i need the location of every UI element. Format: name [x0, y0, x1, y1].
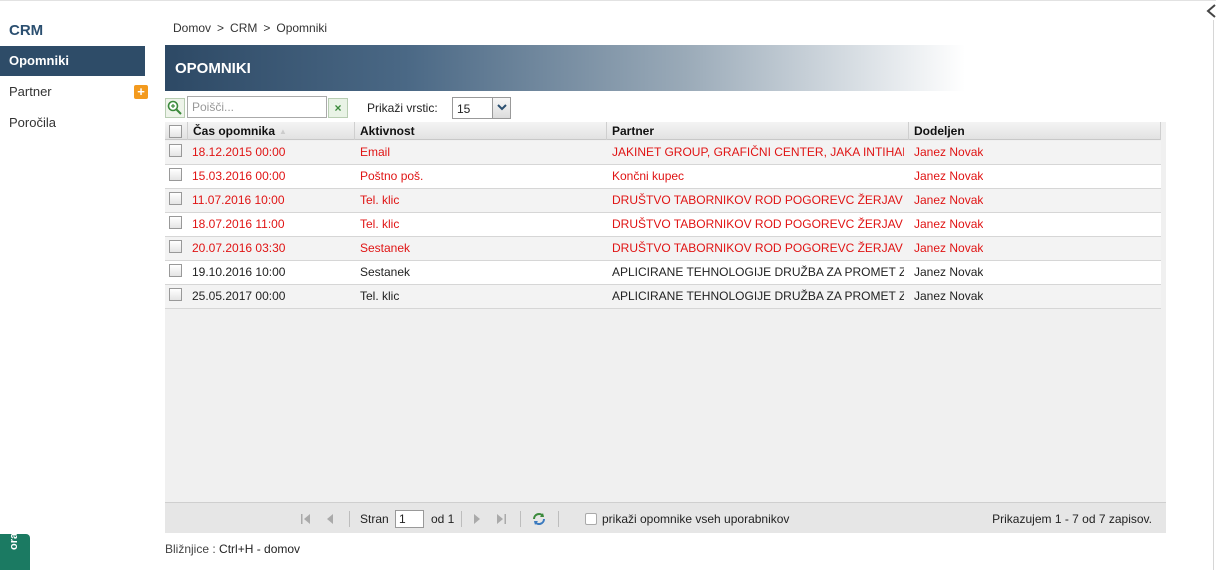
row-checkbox[interactable]: [169, 264, 182, 277]
page-header: OPOMNIKI: [165, 45, 965, 91]
table-row[interactable]: 15.03.2016 00:00 Poštno poš. Končni kupec J…: [165, 165, 1161, 189]
cell-partner: APLICIRANE TEHNOLOGIJE DRUŽBA ZA PROMET …: [612, 289, 904, 303]
cell-assigned: Janez Novak: [914, 193, 984, 207]
row-checkbox[interactable]: [169, 144, 182, 157]
cell-time: 20.07.2016 03:30: [192, 241, 286, 255]
column-header-assigned[interactable]: Dodeljen: [909, 122, 1161, 140]
breadcrumb-separator: >: [217, 21, 225, 35]
pager-divider: [349, 511, 350, 527]
cell-partner: APLICIRANE TEHNOLOGIJE DRUŽBA ZA PROMET …: [612, 265, 904, 279]
pager: Stran 1 od 1 prikaži opomnike vseh upora…: [165, 502, 1166, 533]
cell-time: 18.07.2016 11:00: [192, 217, 285, 231]
breadcrumb-crm[interactable]: CRM: [230, 21, 257, 35]
cell-partner: DRUŠTVO TABORNIKOV ROD POGOREVC ŽERJAV: [612, 217, 903, 231]
rows-per-page-select[interactable]: 15: [452, 97, 511, 119]
cell-partner: JAKINET GROUP, GRAFIČNI CENTER, JAKA INT…: [612, 145, 904, 159]
last-page-icon[interactable]: [493, 511, 509, 527]
row-checkbox[interactable]: [169, 240, 182, 253]
sidebar: CRM Opomniki Partner + Poročila ora: [0, 0, 160, 570]
show-all-users-checkbox[interactable]: [585, 513, 597, 525]
cell-time: 19.10.2016 10:00: [192, 265, 286, 279]
cell-activity: Sestanek: [360, 241, 411, 255]
cell-activity: Poštno poš.: [360, 169, 424, 183]
row-checkbox[interactable]: [169, 192, 182, 205]
column-header-time[interactable]: Čas opomnika ▲: [188, 122, 355, 140]
side-tab-label: ora: [8, 532, 20, 550]
refresh-icon[interactable]: [531, 511, 547, 527]
search-input[interactable]: [187, 96, 327, 118]
scrollbar[interactable]: [1213, 20, 1214, 570]
page-label: Stran: [360, 512, 389, 526]
cell-time: 15.03.2016 00:00: [192, 169, 286, 183]
grid-body: 18.12.2015 00:00 Email JAKINET GROUP, GRAF…: [165, 141, 1161, 309]
cell-activity: Email: [360, 145, 391, 159]
grid-header: Čas opomnika ▲ Aktivnost Partner Dodeljen: [165, 122, 1161, 140]
cell-activity: Sestanek: [360, 265, 411, 279]
cell-assigned: Janez Novak: [914, 145, 984, 159]
cell-assigned: Janez Novak: [914, 265, 984, 279]
cell-partner: DRUŠTVO TABORNIKOV ROD POGOREVC ŽERJAV: [612, 241, 903, 255]
table-row[interactable]: 19.10.2016 10:00 Sestanek APLICIRANE TEHNO…: [165, 261, 1161, 285]
select-all-cell: [165, 122, 188, 140]
plus-icon[interactable]: +: [134, 85, 148, 99]
shortcuts-hint: Bližnjice : Ctrl+H - domov: [165, 542, 300, 556]
breadcrumb: Domov > CRM > Opomniki: [173, 21, 331, 35]
select-all-checkbox[interactable]: [169, 125, 182, 138]
shortcuts-value: Ctrl+H - domov: [219, 542, 301, 556]
pager-divider: [558, 511, 559, 527]
page-title: OPOMNIKI: [175, 60, 251, 77]
shortcuts-label: Bližnjice :: [165, 542, 216, 556]
first-page-icon[interactable]: [298, 511, 314, 527]
sidebar-item-opomniki[interactable]: Opomniki: [0, 46, 145, 76]
show-all-users-label: prikaži opomnike vseh uporabnikov: [602, 512, 790, 526]
rows-per-page-label: Prikaži vrstic:: [367, 101, 438, 115]
grid-toolbar: × Prikaži vrstic: 15: [165, 96, 1165, 120]
sidebar-title: CRM: [9, 22, 44, 39]
records-summary: Prikazujem 1 - 7 od 7 zapisov.: [992, 512, 1152, 526]
sort-asc-icon: ▲: [279, 126, 287, 136]
page-count-label: od 1: [431, 512, 455, 526]
clear-search-icon[interactable]: ×: [328, 98, 348, 118]
row-checkbox[interactable]: [169, 216, 182, 229]
cell-activity: Tel. klic: [360, 289, 400, 303]
table-row[interactable]: 25.05.2017 00:00 Tel. klic APLICIRANE TEHN…: [165, 285, 1161, 309]
breadcrumb-current: Opomniki: [276, 21, 328, 35]
side-tab-badge[interactable]: ora: [0, 532, 30, 570]
table-row[interactable]: 20.07.2016 03:30 Sestanek DRUŠTVO TABORNIK…: [165, 237, 1161, 261]
sidebar-item-porocila[interactable]: Poročila: [0, 108, 145, 138]
page-number-input[interactable]: 1: [395, 510, 424, 528]
cell-time: 11.07.2016 10:00: [192, 193, 285, 207]
cell-partner: DRUŠTVO TABORNIKOV ROD POGOREVC ŽERJAV: [612, 193, 903, 207]
cell-time: 25.05.2017 00:00: [192, 289, 286, 303]
prev-page-icon[interactable]: [322, 511, 338, 527]
pager-divider: [461, 511, 462, 527]
table-row[interactable]: 18.07.2016 11:00 Tel. klic DRUŠTVO TABORNI…: [165, 213, 1161, 237]
cell-activity: Tel. klic: [360, 193, 400, 207]
cell-assigned: Janez Novak: [914, 289, 984, 303]
pager-divider: [520, 511, 521, 527]
column-header-activity[interactable]: Aktivnost: [355, 122, 607, 140]
table-row[interactable]: 11.07.2016 10:00 Tel. klic DRUŠTVO TABORNI…: [165, 189, 1161, 213]
cell-partner: Končni kupec: [612, 169, 685, 183]
column-label: Čas opomnika: [193, 124, 276, 138]
chevron-down-icon[interactable]: [492, 98, 510, 118]
cell-assigned: Janez Novak: [914, 169, 984, 183]
table-row[interactable]: 18.12.2015 00:00 Email JAKINET GROUP, GRAF…: [165, 141, 1161, 165]
rows-per-page-value: 15: [457, 102, 471, 116]
reminders-grid: Čas opomnika ▲ Aktivnost Partner Dodeljen…: [165, 122, 1166, 502]
chevron-left-icon[interactable]: [1206, 4, 1216, 18]
cell-assigned: Janez Novak: [914, 217, 984, 231]
top-border: [0, 0, 1216, 1]
cell-time: 18.12.2015 00:00: [192, 145, 286, 159]
next-page-icon[interactable]: [469, 511, 485, 527]
cell-activity: Tel. klic: [360, 217, 400, 231]
cell-assigned: Janez Novak: [914, 241, 984, 255]
sidebar-item-partner[interactable]: Partner: [0, 77, 145, 107]
row-checkbox[interactable]: [169, 288, 182, 301]
search-icon[interactable]: [165, 98, 185, 118]
breadcrumb-separator: >: [263, 21, 271, 35]
breadcrumb-home[interactable]: Domov: [173, 21, 211, 35]
column-header-partner[interactable]: Partner: [607, 122, 909, 140]
row-checkbox[interactable]: [169, 168, 182, 181]
